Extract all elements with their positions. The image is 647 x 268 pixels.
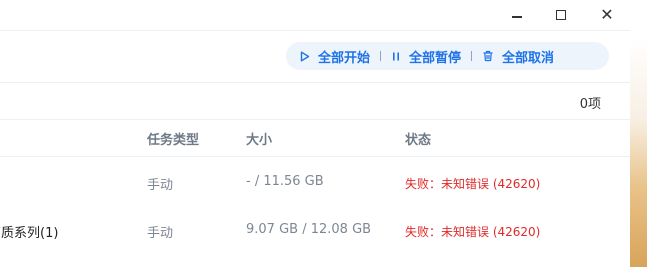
- task-size: - / 11.56 GB: [246, 174, 324, 189]
- task-type: 手动: [147, 226, 174, 241]
- trash-icon: [483, 50, 493, 62]
- batch-action-bar: 全部开始 全部暂停 全部取消: [286, 42, 609, 70]
- start-all-label: 全部开始: [318, 50, 371, 66]
- column-header-size[interactable]: 大小: [246, 129, 272, 148]
- maximize-button[interactable]: [546, 0, 576, 30]
- start-all-button[interactable]: 全部开始: [300, 47, 370, 66]
- title-bar: ✕: [0, 0, 630, 30]
- column-header-status[interactable]: 状态: [405, 129, 431, 148]
- cancel-all-label: 全部取消: [502, 50, 555, 66]
- pause-all-button[interactable]: 全部暂停: [391, 47, 461, 66]
- task-status: 失败：未知错误 (42620): [405, 177, 541, 191]
- download-window: ✕ 全部开始 全部暂停 全部取消 0项 任务类型 大小 状态 手动 - / 11…: [0, 0, 630, 268]
- task-count: 0项: [579, 97, 601, 112]
- task-status: 失败：未知错误 (42620): [405, 225, 541, 239]
- divider: [0, 82, 630, 83]
- divider: [0, 156, 630, 157]
- divider: [0, 119, 630, 120]
- pause-all-label: 全部暂停: [409, 50, 462, 66]
- close-button[interactable]: ✕: [592, 0, 622, 30]
- maximize-icon: [556, 10, 566, 20]
- background-window-sliver: [630, 0, 647, 267]
- action-separator: [380, 51, 382, 61]
- play-icon: [300, 51, 310, 61]
- minimize-button[interactable]: [502, 0, 532, 30]
- close-icon: ✕: [600, 5, 614, 24]
- action-separator: [471, 51, 473, 61]
- task-type: 手动: [147, 178, 174, 193]
- cancel-all-button[interactable]: 全部取消: [482, 47, 554, 66]
- pause-icon: [393, 52, 400, 60]
- task-size: 9.07 GB / 12.08 GB: [246, 222, 372, 237]
- column-header-type[interactable]: 任务类型: [147, 129, 199, 148]
- minimize-icon: [512, 16, 522, 18]
- task-name: 高质系列(1): [0, 226, 59, 241]
